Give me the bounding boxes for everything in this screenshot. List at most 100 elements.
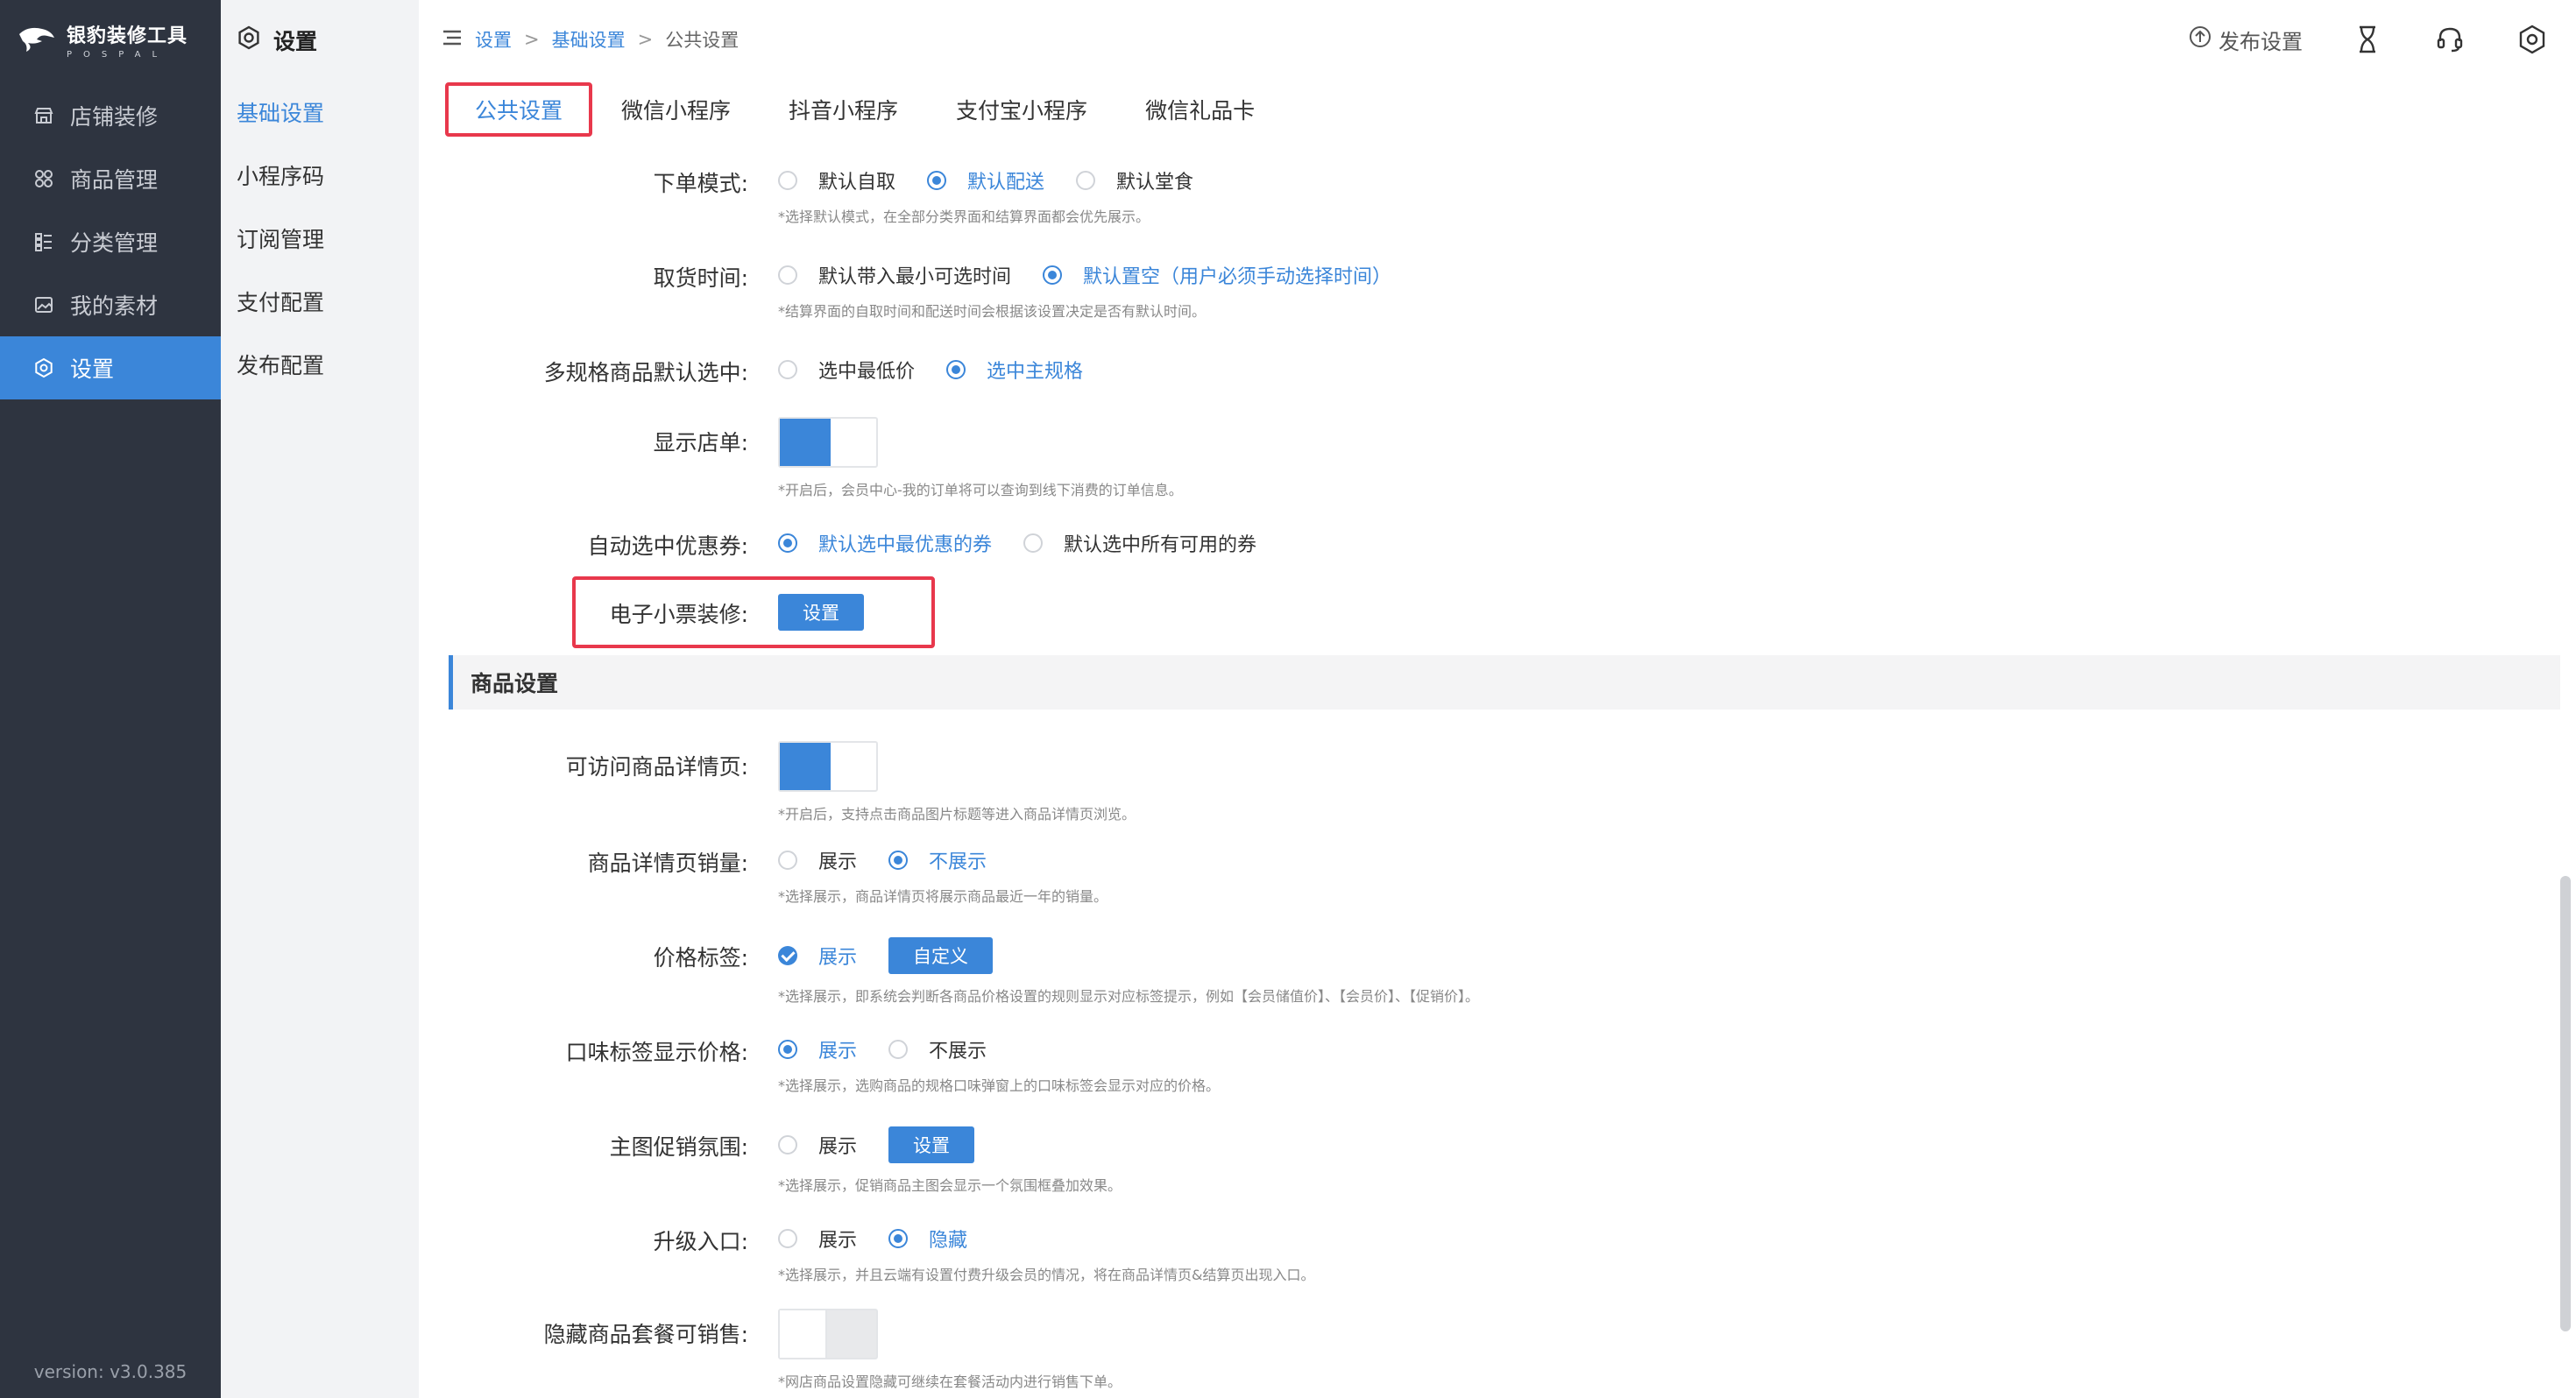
radio-label: 选中主规格 — [987, 361, 1084, 383]
checkbox-show-price-tag[interactable]: 展示 — [778, 942, 857, 970]
radio-label: 默认自取 — [818, 172, 896, 194]
setting-label: 电子小票装修: — [609, 602, 748, 627]
tab-douyin-mini-program[interactable]: 抖音小程序 — [760, 82, 927, 137]
setting-label: 价格标签: — [653, 945, 748, 971]
setting-label: 升级入口: — [653, 1229, 748, 1254]
setting-hint: *选择展示，促销商品主图会显示一个氛围框叠加效果。 — [778, 1177, 1122, 1194]
breadcrumb-separator: > — [524, 29, 540, 50]
setting-hint: *选择展示，即系统会判断各商品价格设置的规则显示对应标签提示，例如【会员储值价】… — [778, 988, 1480, 1005]
tab-wechat-mini-program[interactable]: 微信小程序 — [592, 82, 760, 137]
setting-label: 可访问商品详情页: — [565, 754, 748, 780]
subnav-title: 设置 — [273, 29, 318, 54]
list-icon — [33, 231, 54, 252]
radio-hide-upgrade[interactable]: 隐藏 — [888, 1225, 967, 1253]
setting-hint: *结算界面的自取时间和配送时间会根据该设置决定是否有默认时间。 — [778, 303, 1207, 320]
radio-label: 选中最低价 — [818, 361, 916, 383]
radio-label: 展示 — [818, 851, 858, 873]
radio-label: 展示 — [818, 1136, 858, 1158]
promo-atmosphere-settings-button[interactable]: 设置 — [888, 1126, 975, 1163]
show-store-order-toggle[interactable] — [778, 417, 878, 468]
vertical-scrollbar[interactable] — [2560, 876, 2571, 1331]
sidebar-item-label: 我的素材 — [70, 293, 159, 319]
setting-hint: *开启后，支持点击商品图片标题等进入商品详情页浏览。 — [778, 806, 1136, 823]
radio-best-coupon[interactable]: 默认选中最优惠的券 — [778, 529, 992, 557]
subnav-item-mini-program-code[interactable]: 小程序码 — [221, 144, 419, 207]
gear-icon — [33, 357, 54, 378]
sidebar-item-label: 分类管理 — [70, 230, 159, 256]
radio-default-dine-in[interactable]: 默认堂食 — [1076, 166, 1193, 194]
top-bar: 设置 > 基础设置 > 公共设置 发布设置 — [419, 0, 2576, 79]
image-icon — [33, 294, 54, 315]
setting-label: 多规格商品默认选中: — [543, 360, 748, 385]
setting-label: 显示店单: — [653, 430, 748, 455]
radio-show-promo[interactable]: 展示 — [778, 1131, 857, 1159]
radio-hide-flavor-price[interactable]: 不展示 — [888, 1035, 987, 1063]
setting-hint: *开启后，会员中心-我的订单将可以查询到线下消费的订单信息。 — [778, 482, 1183, 498]
sidebar-item-label: 设置 — [70, 357, 115, 382]
breadcrumb-current: 公共设置 — [665, 30, 740, 51]
hourglass-icon[interactable] — [2350, 22, 2385, 57]
breadcrumb-settings[interactable]: 设置 — [475, 26, 512, 53]
subnav-item-subscription[interactable]: 订阅管理 — [221, 207, 419, 270]
customize-price-tag-button[interactable]: 自定义 — [888, 937, 994, 974]
tab-alipay-mini-program[interactable]: 支付宝小程序 — [927, 82, 1116, 137]
radio-main-spec[interactable]: 选中主规格 — [946, 356, 1083, 384]
app-logo[interactable]: 银豹装修工具 POSPAL — [0, 0, 221, 79]
radio-show-sales[interactable]: 展示 — [778, 846, 857, 874]
radio-hide-sales[interactable]: 不展示 — [888, 846, 987, 874]
publish-settings-button[interactable]: 发布设置 — [2189, 25, 2303, 55]
setting-hint: *选择展示，并且云端有设置付费升级会员的情况，将在商品详情页&结算页出现入口。 — [778, 1267, 1315, 1283]
radio-show-flavor-price[interactable]: 展示 — [778, 1035, 857, 1063]
radio-min-time[interactable]: 默认带入最小可选时间 — [778, 261, 1011, 289]
app-name: 银豹装修工具 — [67, 25, 188, 47]
setting-label: 隐藏商品套餐可销售: — [543, 1322, 748, 1347]
radio-default-delivery[interactable]: 默认配送 — [927, 166, 1044, 194]
menu-lines-icon[interactable] — [442, 28, 463, 52]
detail-page-toggle[interactable] — [778, 741, 878, 792]
sidebar-nav: 店铺装修 商品管理 分类管理 我的素材 设置 — [0, 84, 221, 399]
radio-label: 默认带入最小可选时间 — [818, 266, 1012, 288]
publish-settings-label: 发布设置 — [2219, 29, 2303, 54]
breadcrumb-basic-settings[interactable]: 基础设置 — [552, 26, 626, 53]
sidebar-item-materials[interactable]: 我的素材 — [0, 273, 221, 336]
headset-icon[interactable] — [2432, 22, 2467, 57]
settings-hex-icon[interactable] — [2515, 22, 2550, 57]
store-icon — [33, 105, 54, 126]
settings-subnav: 设置 基础设置 小程序码 订阅管理 支付配置 发布配置 — [221, 0, 419, 1398]
breadcrumb: 设置 > 基础设置 > 公共设置 — [419, 26, 739, 53]
breadcrumb-separator: > — [637, 29, 654, 50]
radio-all-coupons[interactable]: 默认选中所有可用的券 — [1023, 529, 1256, 557]
subnav-item-publish[interactable]: 发布配置 — [221, 333, 419, 396]
grid-icon — [33, 168, 54, 189]
gear-icon — [237, 25, 261, 55]
sidebar-item-products[interactable]: 商品管理 — [0, 147, 221, 210]
radio-label: 默认选中最优惠的券 — [818, 534, 993, 556]
tab-public-settings[interactable]: 公共设置 — [445, 82, 593, 137]
e-receipt-settings-button[interactable]: 设置 — [778, 594, 864, 631]
setting-hint: *网店商品设置隐藏可继续在套餐活动内进行销售下单。 — [778, 1373, 1122, 1390]
tab-wechat-gift-card[interactable]: 微信礼品卡 — [1116, 82, 1284, 137]
sidebar-item-label: 店铺装修 — [70, 104, 159, 130]
top-actions: 发布设置 — [2189, 0, 2550, 79]
radio-default-pickup[interactable]: 默认自取 — [778, 166, 895, 194]
radio-label: 不展示 — [929, 1041, 987, 1063]
radio-label: 默认堂食 — [1116, 172, 1194, 194]
hidden-combo-toggle[interactable] — [778, 1309, 878, 1359]
checkbox-label: 展示 — [818, 947, 858, 969]
subnav-item-payment[interactable]: 支付配置 — [221, 270, 419, 333]
radio-empty-time[interactable]: 默认置空（用户必须手动选择时间） — [1043, 261, 1391, 289]
setting-label: 下单模式: — [653, 171, 748, 196]
radio-show-upgrade[interactable]: 展示 — [778, 1225, 857, 1253]
sidebar-item-settings[interactable]: 设置 — [0, 336, 221, 399]
setting-label: 口味标签显示价格: — [565, 1040, 748, 1065]
setting-hint: *选择默认模式，在全部分类界面和结算界面都会优先展示。 — [778, 208, 1150, 225]
setting-label: 商品详情页销量: — [587, 851, 748, 876]
sidebar-item-store-decor[interactable]: 店铺装修 — [0, 84, 221, 147]
setting-label: 取货时间: — [653, 265, 748, 291]
radio-lowest-price[interactable]: 选中最低价 — [778, 356, 915, 384]
setting-hint: *选择展示，选购商品的规格口味弹窗上的口味标签会显示对应的价格。 — [778, 1077, 1221, 1094]
section-product-settings: 商品设置 — [449, 655, 2560, 710]
leopard-logo-icon — [16, 22, 58, 57]
sidebar-item-categories[interactable]: 分类管理 — [0, 210, 221, 273]
subnav-item-basic-settings[interactable]: 基础设置 — [221, 81, 419, 144]
